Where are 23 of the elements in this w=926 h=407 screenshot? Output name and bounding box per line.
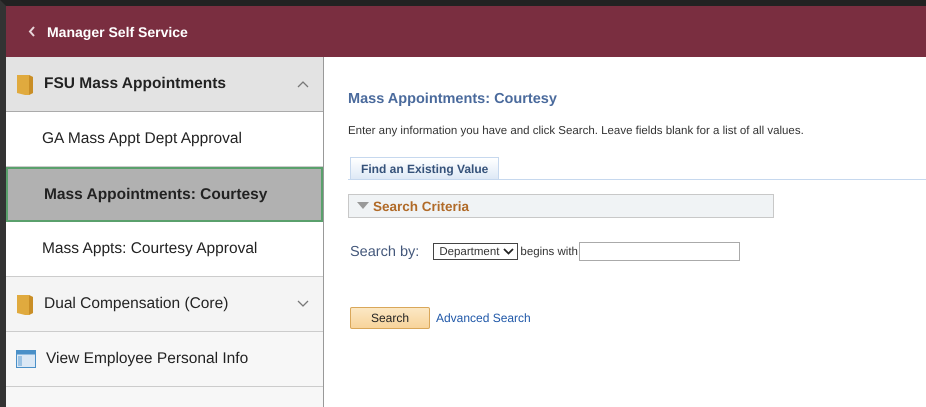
folder-icon [16, 73, 34, 95]
menu-item[interactable]: Mass Appointments: Courtesy [6, 167, 323, 222]
chevron-up-icon [297, 80, 309, 88]
search-button[interactable]: Search [350, 307, 430, 329]
instructions-text: Enter any information you have and click Search. Leave fields blank for a list of all values. [348, 125, 805, 137]
operator-label: begins with [520, 246, 578, 258]
back-button[interactable]: Manager Self Service [26, 22, 190, 42]
section-header[interactable]: Search Criteria [348, 194, 774, 218]
menu-item[interactable]: Mass Appts: Courtesy Approval [6, 222, 323, 277]
search-by-label: Search by: [350, 244, 420, 260]
advanced-search-link[interactable]: Advanced Search [436, 311, 531, 325]
chevron-left-icon [28, 26, 36, 37]
menu-item[interactable]: GA Mass Appt Dept Approval [6, 112, 323, 167]
chevron-down-icon [503, 248, 514, 255]
page-title: Mass Appointments: Courtesy [348, 91, 558, 107]
search-by-dropdown[interactable]: Department [433, 243, 518, 260]
folder-icon [16, 293, 34, 315]
search-input-field[interactable] [578, 242, 740, 261]
folder-item[interactable]: FSU Mass Appointments [6, 57, 323, 112]
tab[interactable]: Find an Existing Value [350, 157, 500, 179]
chevron-down-icon [297, 300, 309, 308]
window-icon [16, 350, 36, 368]
triangle-down-icon [357, 202, 369, 210]
